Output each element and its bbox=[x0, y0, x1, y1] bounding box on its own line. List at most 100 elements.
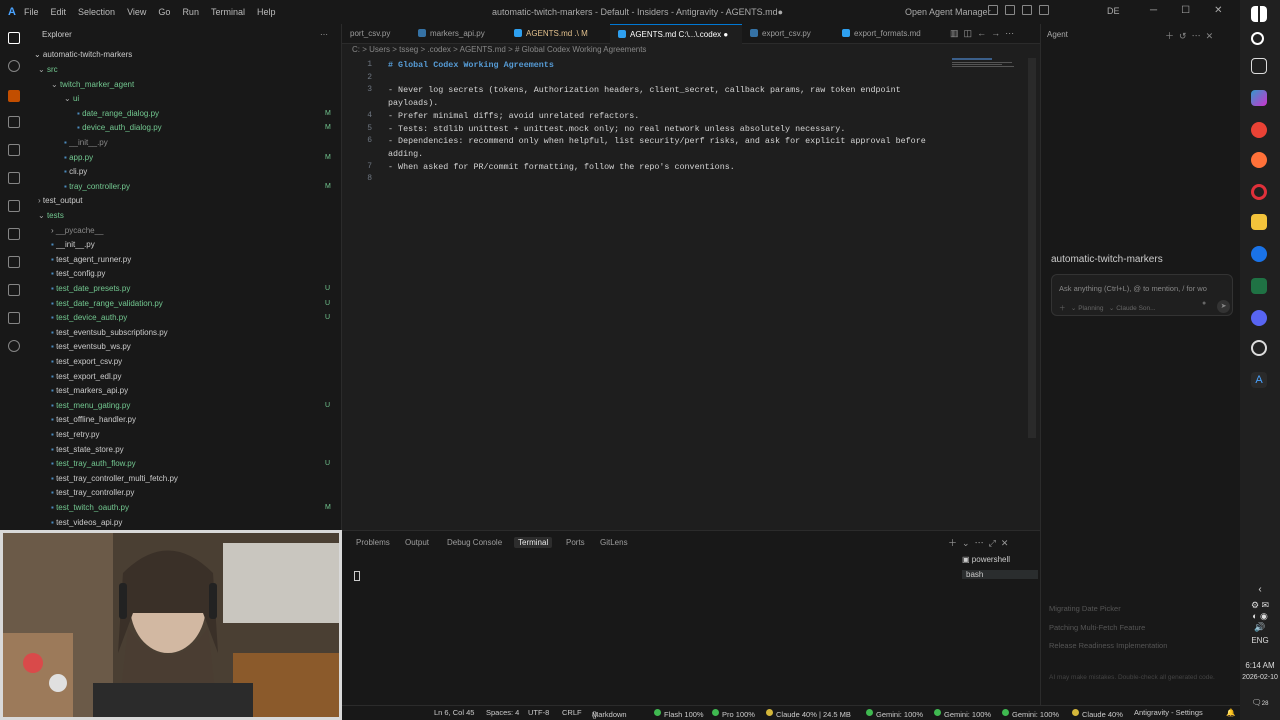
run-debug-icon[interactable] bbox=[8, 116, 20, 128]
code-line[interactable]: - Tests: stdlib unittest + unittest.mock… bbox=[388, 124, 845, 134]
tree-item[interactable]: ▪ test_state_store.py bbox=[51, 443, 124, 457]
tree-item[interactable]: ▪ test_config.py bbox=[51, 267, 105, 281]
encoding[interactable]: UTF-8 bbox=[528, 708, 549, 717]
toggle-panel-icon[interactable] bbox=[1005, 5, 1015, 15]
input-language[interactable]: ENG bbox=[1240, 636, 1280, 645]
terminal-bash[interactable]: bash bbox=[962, 570, 1038, 579]
code-line[interactable]: payloads). bbox=[388, 98, 438, 108]
tree-item[interactable]: ⌄ twitch_marker_agent bbox=[51, 78, 134, 92]
tree-item[interactable]: ▪ test_eventsub_subscriptions.py bbox=[51, 326, 168, 340]
tree-item[interactable]: ▪ test_videos_api.py bbox=[51, 516, 122, 530]
minimize-icon[interactable]: ─ bbox=[1150, 5, 1157, 16]
tab-markers-api[interactable]: markers_api.py bbox=[410, 24, 506, 44]
maximize-panel-icon[interactable]: ⤢ bbox=[989, 538, 996, 548]
menu-selection[interactable]: Selection bbox=[78, 7, 115, 17]
panel-tab-output[interactable]: Output bbox=[405, 538, 429, 547]
terminal-powershell[interactable]: ▣ powershell bbox=[962, 555, 1010, 564]
tree-item[interactable]: ▪ test_eventsub_ws.py bbox=[51, 340, 131, 354]
more-actions-icon[interactable]: ⋯ bbox=[1005, 28, 1014, 38]
editor-scrollbar[interactable] bbox=[1028, 58, 1036, 438]
toggle-sidebar-icon[interactable] bbox=[988, 5, 998, 15]
extensions-icon[interactable] bbox=[8, 144, 20, 156]
tree-item[interactable]: ▪ __init__.py bbox=[51, 238, 95, 252]
tree-item[interactable]: › test_output bbox=[38, 194, 82, 208]
tree-item[interactable]: ▪ cli.py bbox=[64, 165, 87, 179]
code-editor[interactable]: 1 # Global Codex Working Agreements 2 3 - Ne… bbox=[342, 58, 1040, 530]
agent-icon[interactable] bbox=[8, 284, 20, 296]
menu-terminal[interactable]: Terminal bbox=[211, 7, 245, 17]
account-language[interactable]: DE bbox=[1107, 6, 1120, 16]
tree-item[interactable]: ▪ test_markers_api.py bbox=[51, 384, 128, 398]
more-actions-icon[interactable]: ⋯ bbox=[1192, 31, 1201, 41]
search-icon[interactable] bbox=[8, 60, 20, 72]
split-editor-icon[interactable]: ▥ bbox=[950, 28, 959, 38]
close-icon[interactable]: ✕ bbox=[1214, 5, 1222, 16]
code-line[interactable]: - Never log secrets (tokens, Authorizati… bbox=[388, 85, 901, 95]
maps-icon[interactable] bbox=[1251, 246, 1267, 262]
tree-item[interactable]: ▪ test_export_csv.py bbox=[51, 355, 122, 369]
go-back-icon[interactable]: ← bbox=[977, 28, 986, 38]
tree-item[interactable]: ▪ __init__.py bbox=[64, 136, 108, 150]
more-actions-icon[interactable]: ⋯ bbox=[975, 538, 984, 548]
unsaved-dot-icon[interactable]: ● bbox=[723, 30, 728, 39]
firefox-icon[interactable] bbox=[1251, 152, 1267, 168]
chrome-icon[interactable] bbox=[1251, 122, 1267, 138]
tree-item[interactable]: ⌄ ui bbox=[64, 92, 79, 106]
tree-item[interactable]: ▪ test_export_edl.py bbox=[51, 370, 121, 384]
minimap[interactable] bbox=[952, 58, 1022, 70]
tree-item[interactable]: ▪ test_retry.py bbox=[51, 428, 99, 442]
code-line[interactable]: - Dependencies: recommend only when help… bbox=[388, 136, 926, 146]
quota-pro[interactable]: Pro 100% bbox=[712, 708, 755, 719]
add-context-icon[interactable]: ＋ bbox=[1059, 305, 1066, 312]
menu-edit[interactable]: Edit bbox=[51, 7, 67, 17]
antigravity-settings[interactable]: Antigravity - Settings bbox=[1134, 708, 1203, 717]
task-view-icon[interactable] bbox=[1251, 58, 1267, 74]
quota-claude-2[interactable]: Claude 40% bbox=[1072, 708, 1123, 719]
notification-badge[interactable]: 🗨28 bbox=[1240, 698, 1280, 707]
maximize-icon[interactable]: ☐ bbox=[1181, 5, 1190, 16]
cursor-position[interactable]: Ln 6, Col 45 bbox=[434, 708, 474, 717]
tree-item[interactable]: ▪ test_tray_controller_multi_fetch.py bbox=[51, 472, 178, 486]
discord-icon[interactable] bbox=[1251, 310, 1267, 326]
panel-tab-gitlens[interactable]: GitLens bbox=[600, 538, 628, 547]
panel-tab-problems[interactable]: Problems bbox=[356, 538, 390, 547]
tree-item[interactable]: ▪ device_auth_dialog.py bbox=[77, 121, 162, 135]
tree-item[interactable]: ▪ test_date_presets.py bbox=[51, 282, 130, 296]
tray-chevron-icon[interactable]: ‹ bbox=[1240, 584, 1280, 595]
tree-item[interactable]: ⌄ tests bbox=[38, 209, 64, 223]
source-control-icon[interactable] bbox=[8, 90, 20, 102]
tree-item[interactable]: ▪ tray_controller.py bbox=[64, 180, 130, 194]
panel-tab-terminal[interactable]: Terminal bbox=[514, 537, 553, 548]
recent-conversation-item[interactable]: Patching Multi-Fetch Feature bbox=[1049, 623, 1145, 632]
agent-chat-input[interactable]: Ask anything (Ctrl+L), @ to mention, / f… bbox=[1051, 274, 1233, 316]
tab-agents-md-local[interactable]: AGENTS.md .\ M bbox=[506, 24, 610, 44]
quota-claude[interactable]: Claude 40% | 24.5 MB bbox=[766, 708, 851, 719]
panel-tab-ports[interactable]: Ports bbox=[566, 538, 585, 547]
tree-item[interactable]: ▪ test_offline_handler.py bbox=[51, 413, 136, 427]
new-terminal-icon[interactable]: ＋ bbox=[948, 538, 957, 548]
notifications-bell-icon[interactable]: 🔔 bbox=[1226, 708, 1235, 717]
open-changes-icon[interactable]: ◫ bbox=[964, 28, 973, 38]
recent-conversation-item[interactable]: Release Readiness Implementation bbox=[1049, 641, 1167, 650]
tree-root[interactable]: ⌄ automatic-twitch-markers bbox=[34, 48, 132, 62]
toggle-secondary-sidebar-icon[interactable] bbox=[1022, 5, 1032, 15]
terminal-dropdown-icon[interactable]: ⌄ bbox=[962, 538, 970, 548]
tree-item[interactable]: ▪ date_range_dialog.py bbox=[77, 107, 159, 121]
quota-gemini-3[interactable]: Gemini: 100% bbox=[1002, 708, 1059, 719]
menu-view[interactable]: View bbox=[127, 7, 146, 17]
copilot-icon[interactable] bbox=[1251, 90, 1267, 106]
tree-item[interactable]: ▪ app.py bbox=[64, 151, 93, 165]
timeline-icon[interactable] bbox=[8, 256, 20, 268]
open-agent-manager-button[interactable]: Open Agent Manager bbox=[905, 7, 991, 17]
mic-icon[interactable]: ● bbox=[1202, 300, 1206, 307]
customize-layout-icon[interactable] bbox=[1039, 5, 1049, 15]
remote-icon[interactable] bbox=[8, 172, 20, 184]
menu-run[interactable]: Run bbox=[182, 7, 199, 17]
antigravity-icon[interactable]: A bbox=[1251, 372, 1267, 388]
opera-icon[interactable] bbox=[1251, 184, 1267, 200]
windows-start-icon[interactable] bbox=[1251, 6, 1267, 22]
send-button[interactable]: ➤ bbox=[1217, 300, 1230, 313]
code-line[interactable]: adding. bbox=[388, 149, 423, 159]
menu-file[interactable]: File bbox=[24, 7, 39, 17]
tab-export-csv[interactable]: export_csv.py bbox=[742, 24, 834, 44]
